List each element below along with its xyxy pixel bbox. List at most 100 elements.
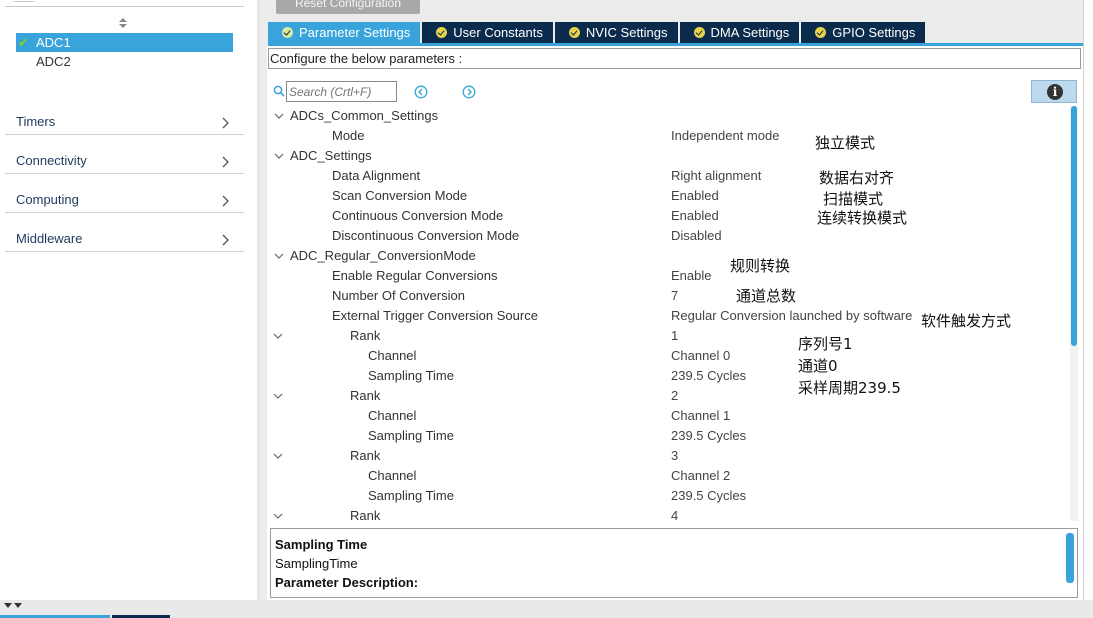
annotation: 独立模式 xyxy=(815,134,876,152)
tab-label: NVIC Settings xyxy=(585,25,668,40)
tree-scrollbar[interactable] xyxy=(1070,106,1078,521)
chevron-right-icon xyxy=(222,117,229,129)
parameter-row[interactable]: Continuous Conversion Mode Enabled xyxy=(268,206,1068,226)
parameter-value: Channel 2 xyxy=(671,468,731,483)
parameter-value: 239.5 Cycles xyxy=(671,488,747,503)
parameter-row[interactable]: Data Alignment Right alignment xyxy=(268,166,1068,186)
tab-user-constants[interactable]: User Constants xyxy=(422,22,553,44)
sort-icon[interactable] xyxy=(118,16,128,30)
check-circle-icon xyxy=(436,27,448,38)
parameter-row[interactable]: Scan Conversion Mode Enabled xyxy=(268,186,1068,206)
parameter-value: 7 xyxy=(671,288,679,303)
parameter-row[interactable]: ADC_Settings xyxy=(268,146,1068,166)
tab-label: Parameter Settings xyxy=(299,25,411,40)
config-header: Configure the below parameters : xyxy=(268,48,1081,69)
category-computing[interactable]: Computing xyxy=(5,174,244,213)
left-panel: ✔ ADC1 ADC2 Timers Connectivity Computin… xyxy=(0,0,257,600)
parameter-label: Discontinuous Conversion Mode xyxy=(332,228,520,243)
parameter-row[interactable]: ADC_Regular_ConversionMode xyxy=(268,246,1068,266)
parameter-row[interactable]: Sampling Time 239.5 Cycles xyxy=(268,366,1068,386)
expand-caret-icon[interactable] xyxy=(273,452,283,460)
peripheral-item-adc2[interactable]: ADC2 xyxy=(16,52,233,71)
chevron-right-icon xyxy=(222,234,229,246)
parameter-row[interactable]: Number Of Conversion 7 xyxy=(268,286,1068,306)
parameter-label: ADC_Settings xyxy=(290,148,372,163)
parameter-label: Channel xyxy=(368,468,417,483)
check-circle-icon xyxy=(693,27,705,38)
tab-nvic-settings[interactable]: NVIC Settings xyxy=(554,22,678,44)
info-icon: i xyxy=(1047,84,1063,100)
collapse-icon[interactable] xyxy=(2,602,24,612)
description-label: Parameter Description: xyxy=(275,575,419,590)
parameter-row[interactable]: Discontinuous Conversion Mode Disabled xyxy=(268,226,1068,246)
description-panel: Sampling Time SamplingTime Parameter Des… xyxy=(270,528,1078,598)
parameter-row[interactable]: Channel Channel 0 xyxy=(268,346,1068,366)
parameter-row[interactable]: ADCs_Common_Settings xyxy=(268,106,1068,126)
parameter-value: Enabled xyxy=(671,188,719,203)
parameter-label: External Trigger Conversion Source xyxy=(332,308,538,323)
next-result-icon[interactable] xyxy=(462,85,476,99)
parameter-label: Rank xyxy=(350,508,381,521)
parameter-label: Rank xyxy=(350,328,381,343)
left-top-stub xyxy=(14,0,34,2)
tab-dma-settings[interactable]: DMA Settings xyxy=(679,22,800,44)
annotation: 连续转换模式 xyxy=(817,209,908,227)
info-button[interactable]: i xyxy=(1031,80,1077,103)
category-label: Connectivity xyxy=(16,153,87,168)
tab-label: DMA Settings xyxy=(710,25,790,40)
parameter-label: ADC_Regular_ConversionMode xyxy=(290,248,476,263)
parameter-value: Enable xyxy=(671,268,712,283)
scrollbar-thumb[interactable] xyxy=(1071,106,1077,346)
description-name: SamplingTime xyxy=(275,556,358,571)
check-circle-icon xyxy=(815,27,827,38)
parameter-value: Disabled xyxy=(671,228,722,243)
search-icon xyxy=(273,85,285,97)
expand-caret-icon[interactable] xyxy=(274,112,284,120)
parameter-label: Sampling Time xyxy=(368,488,454,503)
parameter-value: 239.5 Cycles xyxy=(671,368,747,383)
settings-tabs: Parameter Settings User Constants NVIC S… xyxy=(268,22,927,44)
parameter-label: Enable Regular Conversions xyxy=(332,268,498,283)
parameter-row[interactable]: Rank 3 xyxy=(268,446,1068,466)
parameter-row[interactable]: Sampling Time 239.5 Cycles xyxy=(268,486,1068,506)
category-middleware[interactable]: Middleware xyxy=(5,213,244,252)
tab-label: User Constants xyxy=(453,25,543,40)
check-icon: ✔ xyxy=(18,35,29,50)
peripheral-item-label: ADC1 xyxy=(36,35,71,50)
parameter-row[interactable]: Rank 4 xyxy=(268,506,1068,521)
tab-gpio-settings[interactable]: GPIO Settings xyxy=(801,22,926,44)
tab-parameter-settings[interactable]: Parameter Settings xyxy=(268,22,421,44)
peripheral-item-adc1[interactable]: ✔ ADC1 xyxy=(16,33,233,52)
parameter-row[interactable]: Sampling Time 239.5 Cycles xyxy=(268,426,1068,446)
expand-caret-icon[interactable] xyxy=(273,392,283,400)
parameter-row[interactable]: Rank 2 xyxy=(268,386,1068,406)
parameter-row[interactable]: Mode Independent mode xyxy=(268,126,1068,146)
app-window: ✔ ADC1 ADC2 Timers Connectivity Computin… xyxy=(0,0,1093,618)
expand-caret-icon[interactable] xyxy=(274,252,284,260)
category-label: Middleware xyxy=(16,231,83,246)
parameter-value: Regular Conversion launched by software xyxy=(671,308,913,323)
previous-result-icon[interactable] xyxy=(414,85,428,99)
category-timers[interactable]: Timers xyxy=(5,96,244,135)
peripheral-item-label: ADC2 xyxy=(36,54,71,69)
left-top-divider xyxy=(5,6,244,7)
parameter-label: Rank xyxy=(350,388,381,403)
description-scrollbar[interactable] xyxy=(1066,533,1074,583)
parameter-row[interactable]: Enable Regular Conversions Enable xyxy=(268,266,1068,286)
parameter-row[interactable]: Channel Channel 1 xyxy=(268,406,1068,426)
parameter-label: Mode xyxy=(332,128,365,143)
reset-configuration-button[interactable]: Reset Configuration xyxy=(276,0,420,14)
expand-caret-icon[interactable] xyxy=(273,512,283,520)
parameter-value: 1 xyxy=(671,328,679,343)
expand-caret-icon[interactable] xyxy=(274,152,284,160)
parameter-value: Independent mode xyxy=(671,128,780,143)
parameter-label: Number Of Conversion xyxy=(332,288,465,303)
expand-caret-icon[interactable] xyxy=(273,332,283,340)
right-edge xyxy=(1083,0,1093,600)
category-connectivity[interactable]: Connectivity xyxy=(5,135,244,174)
search-input[interactable] xyxy=(286,81,397,102)
bottom-status-bar xyxy=(0,600,1093,618)
parameter-value: 3 xyxy=(671,448,679,463)
parameter-row[interactable]: Channel Channel 2 xyxy=(268,466,1068,486)
annotation: 序列号1 xyxy=(798,335,853,353)
